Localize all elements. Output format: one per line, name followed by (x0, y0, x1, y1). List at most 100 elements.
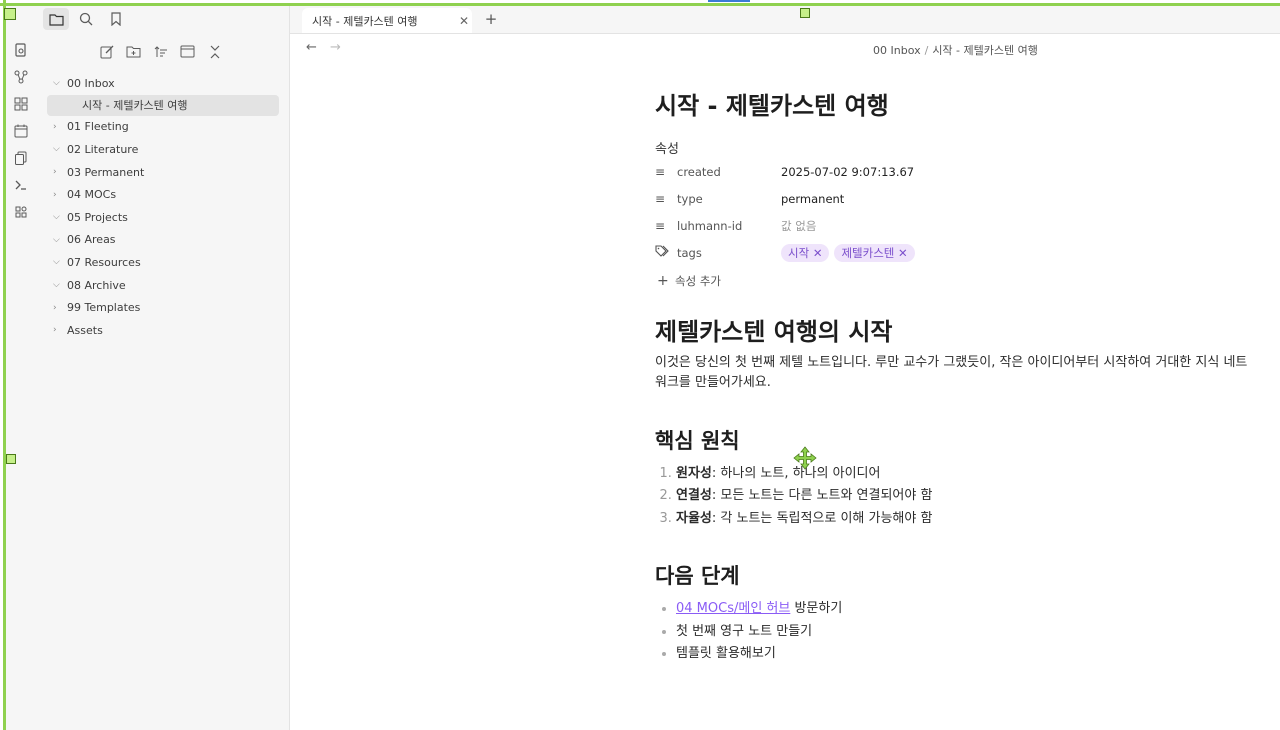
file-active-note[interactable]: 시작 - 제텔카스텐 여행 (47, 94, 279, 116)
resize-handle[interactable] (6, 454, 16, 464)
folder-06-areas[interactable]: ⌵ 06 Areas (37, 229, 289, 252)
folder-05-projects[interactable]: ⌵ 05 Projects (37, 206, 289, 229)
folder-label: 00 Inbox (67, 76, 115, 90)
remove-tag-icon[interactable]: ✕ (898, 246, 908, 260)
text-lines-icon: ≡ (655, 218, 666, 233)
tab-active-note[interactable]: 시작 - 제텔카스텐 여행 ✕ (302, 8, 472, 33)
folder-label: 05 Projects (67, 210, 128, 224)
folder-07-resources[interactable]: ⌵ 07 Resources (37, 251, 289, 274)
principle-desc: 모든 노트는 다른 노트와 연결되어야 함 (716, 488, 933, 504)
list-item[interactable]: 자율성: 각 노트는 독립적으로 이해 가능해야 함 (676, 508, 1255, 530)
property-value-empty[interactable]: 값 없음 (781, 218, 816, 234)
chevron-down-icon: ⌵ (53, 280, 60, 291)
files-tab-icon[interactable] (43, 8, 69, 30)
add-property-button[interactable]: + 속성 추가 (655, 270, 1255, 292)
chevron-right-icon: › (53, 189, 57, 200)
new-folder-icon[interactable] (124, 42, 143, 61)
property-tags[interactable]: tags 시작 ✕ 제텔카스텐 ✕ (655, 239, 1255, 266)
folder-99-templates[interactable]: › 99 Templates (37, 296, 289, 319)
folder-04-mocs[interactable]: › 04 MOCs (37, 183, 289, 206)
tag-pill[interactable]: 시작 ✕ (781, 243, 830, 262)
folder-label: Assets (67, 323, 103, 337)
close-icon[interactable]: ✕ (456, 14, 472, 28)
new-note-icon[interactable] (97, 42, 116, 61)
bookmark-tab-icon[interactable] (103, 8, 129, 30)
auto-reveal-icon[interactable] (178, 42, 197, 61)
chevron-right-icon: › (53, 302, 57, 313)
move-cursor-icon (793, 446, 817, 470)
tab-label: 시작 - 제텔카스텐 여행 (312, 14, 418, 28)
principle-term: 연결성 (676, 488, 712, 504)
plugin-icon[interactable] (11, 202, 31, 222)
chevron-down-icon: ⌵ (53, 144, 60, 155)
resize-handle[interactable] (4, 8, 16, 20)
folder-assets[interactable]: › Assets (37, 319, 289, 342)
principle-term: 원자성 (676, 466, 712, 481)
chevron-right-icon: › (53, 167, 57, 178)
note-content: 시작 - 제텔카스텐 여행 속성 ≡ created 2025-07-02 9:… (655, 86, 1255, 665)
chevron-right-icon: › (53, 325, 57, 336)
intro-paragraph[interactable]: 이것은 당신의 첫 번째 제텔 노트입니다. 루만 교수가 그랬듯이, 작은 아… (655, 353, 1255, 393)
list-item[interactable]: 04 MOCs/메인 허브 방문하기 (676, 598, 1255, 620)
heading-principles[interactable]: 핵심 원칙 (655, 425, 1255, 455)
internal-link[interactable]: 04 MOCs/메인 허브 (676, 601, 790, 616)
new-tab-icon[interactable]: + (482, 10, 500, 28)
property-type[interactable]: ≡ type permanent (655, 185, 1255, 212)
collapse-all-icon[interactable] (205, 42, 224, 61)
property-name: tags (677, 245, 702, 260)
list-item[interactable]: 첫 번째 영구 노트 만들기 (676, 621, 1255, 643)
folder-label: 02 Literature (67, 142, 139, 156)
folder-label: 03 Permanent (67, 165, 145, 179)
folder-label: 99 Templates (67, 301, 141, 315)
forward-arrow-icon[interactable]: → (330, 40, 341, 55)
chevron-down-icon: ⌵ (53, 78, 60, 89)
folder-08-archive[interactable]: ⌵ 08 Archive (37, 274, 289, 297)
property-value[interactable]: 2025-07-02 9:07:13.67 (781, 165, 914, 179)
file-explorer-sidebar: ⌵ 00 Inbox 시작 - 제텔카스텐 여행 › 01 Fleeting ⌵… (37, 6, 290, 730)
search-tab-icon[interactable] (73, 8, 99, 30)
heading-h2[interactable]: 제텔카스텐 여행의 시작 (655, 312, 1255, 347)
folder-00-inbox[interactable]: ⌵ 00 Inbox (37, 72, 289, 95)
resize-handle[interactable] (800, 8, 810, 18)
folder-label: 01 Fleeting (67, 120, 129, 134)
remove-tag-icon[interactable]: ✕ (813, 246, 823, 260)
list-item[interactable]: 연결성: 모든 노트는 다른 노트와 연결되어야 함 (676, 485, 1255, 507)
breadcrumb-folder[interactable]: 00 Inbox (873, 44, 921, 57)
sort-icon[interactable] (151, 42, 170, 61)
property-created[interactable]: ≡ created 2025-07-02 9:07:13.67 (655, 158, 1255, 185)
add-property-label: 속성 추가 (675, 274, 721, 288)
folder-01-fleeting[interactable]: › 01 Fleeting (37, 116, 289, 139)
breadcrumb-file[interactable]: 시작 - 제텔카스텐 여행 (932, 44, 1038, 57)
sidebar-tab-strip (37, 6, 289, 32)
principle-desc: 각 노트는 독립적으로 이해 가능해야 함 (716, 510, 933, 526)
chevron-down-icon: ⌵ (53, 234, 60, 245)
property-value[interactable]: permanent (781, 192, 844, 206)
canvas-icon[interactable] (11, 94, 31, 114)
list-item[interactable]: 템플릿 활용해보기 (676, 643, 1255, 665)
file-label: 시작 - 제텔카스텐 여행 (82, 99, 188, 113)
note-title[interactable]: 시작 - 제텔카스텐 여행 (655, 86, 1255, 126)
text-lines-icon: ≡ (655, 164, 666, 179)
graph-view-icon[interactable] (11, 67, 31, 87)
copy-icon[interactable] (11, 148, 31, 168)
heading-next-steps[interactable]: 다음 단계 (655, 560, 1255, 590)
tag-pill[interactable]: 제텔카스텐 ✕ (834, 243, 915, 262)
property-luhmann-id[interactable]: ≡ luhmann-id 값 없음 (655, 212, 1255, 239)
quick-switcher-icon[interactable] (11, 40, 31, 60)
file-actions-toolbar (97, 42, 224, 61)
property-name: type (677, 191, 703, 206)
principles-list: 원자성: 하나의 노트, 하나의 아이디어 연결성: 모든 노트는 다른 노트와… (655, 463, 1255, 530)
folder-03-permanent[interactable]: › 03 Permanent (37, 161, 289, 184)
calendar-icon[interactable] (11, 121, 31, 141)
terminal-icon[interactable] (11, 175, 31, 195)
folder-02-literature[interactable]: ⌵ 02 Literature (37, 138, 289, 161)
file-tree: ⌵ 00 Inbox 시작 - 제텔카스텐 여행 › 01 Fleeting ⌵… (37, 72, 289, 342)
text-lines-icon: ≡ (655, 191, 666, 206)
back-arrow-icon[interactable]: ← (306, 40, 317, 55)
selection-indicator (708, 0, 750, 2)
tag-label: 시작 (788, 245, 810, 260)
folder-label: 08 Archive (67, 278, 126, 292)
breadcrumb: 00 Inbox / 시작 - 제텔카스텐 여행 (873, 42, 1038, 58)
tag-label: 제텔카스텐 (841, 245, 895, 260)
list-item[interactable]: 원자성: 하나의 노트, 하나의 아이디어 (676, 463, 1255, 485)
